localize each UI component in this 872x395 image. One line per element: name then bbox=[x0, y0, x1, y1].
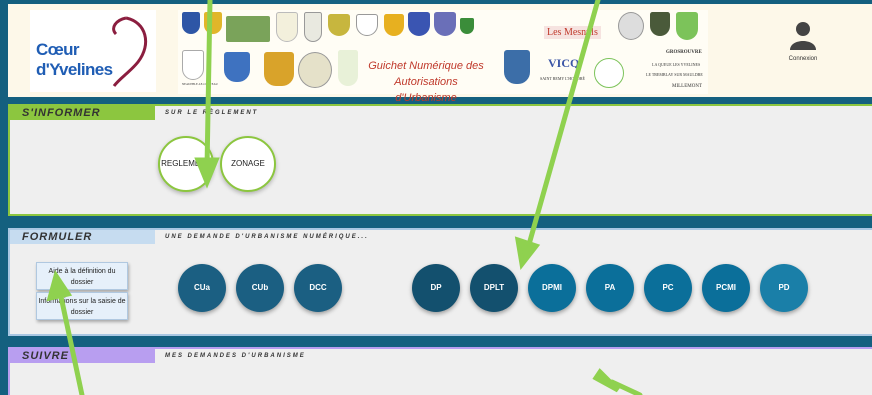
crest-icon bbox=[328, 14, 350, 36]
zonage-button[interactable]: ZONAGE bbox=[220, 136, 276, 192]
town-name: VICQ bbox=[548, 56, 580, 70]
reglement-button[interactable]: REGLEMENT bbox=[158, 136, 214, 192]
communes-banner: Les Mesnuls VICQ SAINT REMY L'HONORÉ GRO… bbox=[178, 10, 708, 104]
section-tag: S'INFORMER bbox=[10, 106, 155, 120]
crest-icon bbox=[408, 12, 430, 36]
crest-icon bbox=[460, 18, 474, 34]
crest-icon bbox=[434, 12, 456, 36]
town-name: LE TREMBLAY SUR MAULDRE bbox=[646, 72, 703, 77]
informer-section: S'INFORMER SUR LE RÈGLEMENT REGLEMENT ZO… bbox=[8, 104, 872, 216]
pc-button[interactable]: PC bbox=[644, 264, 692, 312]
crest-icon bbox=[618, 12, 644, 40]
town-name: NEAUPHLE-LE-CHÂTEAU bbox=[182, 82, 218, 86]
crest-icon bbox=[182, 50, 204, 80]
town-name: SAINT REMY L'HONORÉ bbox=[540, 76, 585, 81]
town-name: Les Mesnuls bbox=[544, 26, 601, 39]
crest-icon bbox=[224, 52, 250, 82]
crest-icon bbox=[304, 12, 322, 42]
crest-icon bbox=[204, 12, 222, 34]
town-name: GROSROUVRE bbox=[666, 50, 702, 55]
crest-icon bbox=[264, 52, 294, 86]
brand-name: Cœur d'Yvelines bbox=[36, 40, 113, 79]
crest-icon bbox=[276, 12, 298, 42]
crest-icon bbox=[676, 12, 698, 40]
pcmi-button[interactable]: PCMI bbox=[702, 264, 750, 312]
suivre-section: SUIVRE MES DEMANDES D'URBANISME bbox=[8, 347, 872, 395]
crest-icon bbox=[182, 12, 200, 34]
cua-button[interactable]: CUa bbox=[178, 264, 226, 312]
login-button[interactable]: Connexion bbox=[778, 18, 828, 68]
section-subtitle: SUR LE RÈGLEMENT bbox=[165, 110, 259, 116]
section-subtitle: MES DEMANDES D'URBANISME bbox=[165, 353, 306, 359]
crest-icon bbox=[356, 14, 378, 36]
formuler-section: FORMULER UNE DEMANDE D'URBANISME NUMÉRIQ… bbox=[8, 228, 872, 336]
saisie-info-button[interactable]: Informations sur la saisie de dossier bbox=[36, 292, 128, 320]
crest-icon bbox=[298, 52, 332, 88]
town-name: LA QUEUE LES YVELINES bbox=[652, 62, 701, 67]
login-label: Connexion bbox=[788, 56, 818, 62]
village-picture bbox=[226, 16, 270, 42]
cub-button[interactable]: CUb bbox=[236, 264, 284, 312]
crest-icon bbox=[384, 14, 404, 36]
dcc-button[interactable]: DCC bbox=[294, 264, 342, 312]
user-icon bbox=[790, 22, 816, 50]
crest-icon bbox=[594, 58, 624, 88]
brand-logo[interactable]: Cœur d'Yvelines bbox=[30, 10, 156, 92]
section-subtitle: UNE DEMANDE D'URBANISME NUMÉRIQUE... bbox=[165, 234, 369, 240]
guichet-title: Guichet Numérique des Autorisations d'Ur… bbox=[368, 60, 484, 104]
crest-icon bbox=[338, 50, 358, 86]
town-name: MILLEMONT bbox=[672, 84, 702, 89]
dpmi-button[interactable]: DPMI bbox=[528, 264, 576, 312]
crest-icon bbox=[650, 12, 670, 36]
section-tag: FORMULER bbox=[10, 230, 155, 244]
crest-icon bbox=[504, 50, 530, 84]
section-tag: SUIVRE bbox=[10, 349, 155, 363]
site-header: Cœur d'Yvelines Les Mesnuls VICQ SAINT R… bbox=[8, 4, 872, 104]
dossier-help-button[interactable]: Aide à la définition du dossier bbox=[36, 262, 128, 290]
dp-button[interactable]: DP bbox=[412, 264, 460, 312]
pd-button[interactable]: PD bbox=[760, 264, 808, 312]
pa-button[interactable]: PA bbox=[586, 264, 634, 312]
dplt-button[interactable]: DPLT bbox=[470, 264, 518, 312]
